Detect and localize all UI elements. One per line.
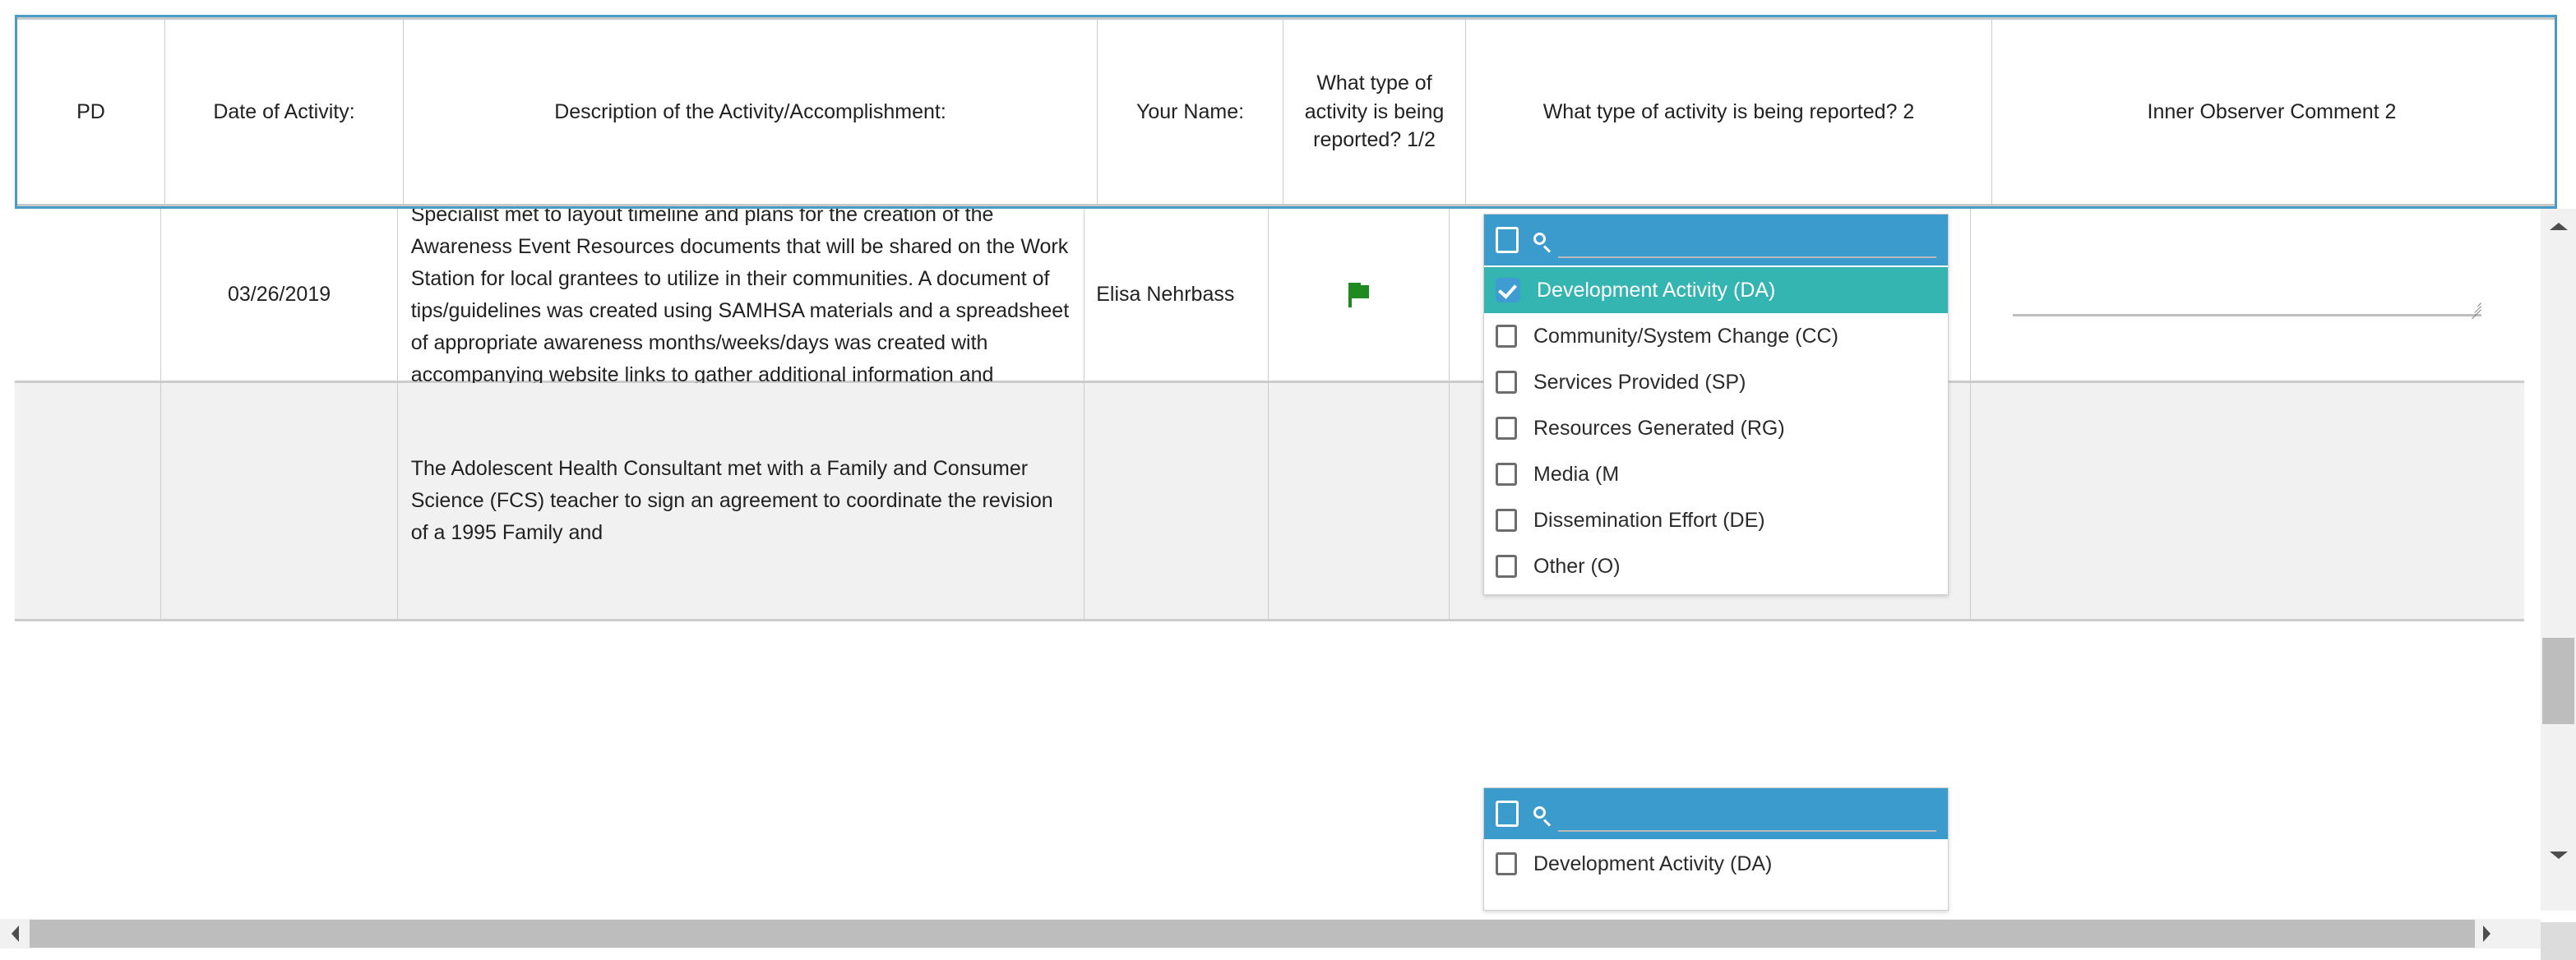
cell-your-name[interactable] — [1085, 383, 1270, 619]
scrollbar-corner — [2541, 922, 2576, 960]
dropdown-option-label: Services Provided (SP) — [1533, 370, 1746, 394]
checkbox-icon[interactable] — [1496, 852, 1517, 875]
checkbox-icon[interactable] — [1496, 417, 1517, 440]
dropdown-search-bar[interactable] — [1484, 788, 1948, 839]
column-header-activity-type-2[interactable]: What type of activity is being reported?… — [1466, 17, 1992, 206]
cell-pd[interactable] — [15, 209, 162, 381]
horizontal-scrollbar-thumb[interactable] — [30, 920, 2475, 948]
dropdown-option-label: Community/System Change (CC) — [1533, 324, 1838, 348]
scroll-up-button[interactable] — [2541, 209, 2576, 244]
dropdown-option-label: Media (M — [1533, 462, 1620, 486]
vertical-scrollbar-thumb[interactable] — [2542, 638, 2574, 724]
dropdown-option[interactable]: Media (M — [1484, 451, 1948, 497]
select-all-checkbox[interactable] — [1496, 227, 1519, 253]
horizontal-scrollbar[interactable] — [0, 919, 2541, 948]
checkbox-icon[interactable] — [1496, 555, 1517, 578]
dropdown-option[interactable]: Services Provided (SP) — [1484, 359, 1948, 405]
resize-grip-icon[interactable] — [2467, 297, 2482, 319]
cell-activity-type-1[interactable] — [1269, 209, 1450, 381]
table-header-row: PD Date of Activity: Description of the … — [15, 15, 2557, 209]
cell-description[interactable]: The Child and Adolescent Health Consulta… — [398, 209, 1085, 418]
dropdown-option[interactable]: Community/System Change (CC) — [1484, 313, 1948, 359]
dropdown-option-label: Development Activity (DA) — [1533, 852, 1773, 875]
grid-frame: PD Date of Activity: Description of the … — [0, 0, 2576, 960]
spreadsheet-grid-app: PD Date of Activity: Description of the … — [0, 0, 2576, 960]
column-header-label: What type of activity is being reported?… — [1304, 72, 1445, 152]
column-header-label: Date of Activity: — [213, 99, 355, 123]
checkbox-icon[interactable] — [1496, 371, 1517, 394]
search-icon — [1532, 232, 1555, 255]
dropdown-option[interactable]: Development Activity (DA) — [1484, 841, 1948, 887]
cell-value: 03/26/2019 — [228, 283, 331, 306]
cell-inner-observer-comment-2[interactable] — [1971, 209, 2524, 381]
cell-activity-type-1[interactable] — [1269, 383, 1450, 619]
column-header-your-name[interactable]: Your Name: — [1098, 17, 1283, 206]
cell-description[interactable]: The Adolescent Health Consultant met wit… — [398, 383, 1085, 619]
table-body: 03/26/2019 The Child and Adolescent Heal… — [15, 209, 2524, 911]
triangle-up-icon — [2549, 223, 2568, 230]
dropdown-option-list: Development Activity (DA) Community/Syst… — [1484, 265, 1948, 594]
flag-icon — [1348, 282, 1370, 307]
column-header-label: Your Name: — [1135, 99, 1245, 123]
column-header-description[interactable]: Description of the Activity/Accomplishme… — [404, 17, 1098, 206]
search-field-wrapper[interactable] — [1532, 222, 1936, 258]
comment-textarea[interactable] — [2013, 274, 2482, 319]
activity-type-multiselect-dropdown-row-1[interactable]: Development Activity (DA) Community/Syst… — [1483, 214, 1949, 595]
column-header-inner-observer-comment-2[interactable]: Inner Observer Comment 2 — [1992, 17, 2551, 206]
table-row[interactable]: 03/26/2019 The Child and Adolescent Heal… — [15, 209, 2524, 418]
triangle-left-icon — [11, 925, 19, 942]
cell-date[interactable] — [161, 383, 398, 619]
column-header-label: PD — [76, 99, 105, 123]
column-header-label: Inner Observer Comment 2 — [2147, 99, 2397, 123]
select-all-checkbox[interactable] — [1496, 801, 1519, 827]
column-header-date[interactable]: Date of Activity: — [165, 17, 404, 206]
dropdown-option[interactable]: Dissemination Effort (DE) — [1484, 497, 1948, 543]
cell-your-name[interactable]: Elisa Nehrbass — [1085, 209, 1270, 381]
cell-value: Elisa Nehrbass — [1096, 283, 1235, 306]
dropdown-search-input[interactable] — [1558, 228, 1936, 258]
vertical-scrollbar[interactable] — [2541, 209, 2576, 911]
dropdown-option[interactable]: Development Activity (DA) — [1484, 267, 1948, 313]
activity-type-multiselect-dropdown-row-2[interactable]: Development Activity (DA) — [1483, 787, 1949, 911]
checkbox-icon[interactable] — [1496, 509, 1517, 532]
search-icon — [1532, 805, 1555, 828]
scroll-down-button[interactable] — [2541, 838, 2576, 873]
scroll-right-button[interactable] — [2472, 919, 2501, 948]
cell-date[interactable]: 03/26/2019 — [161, 209, 398, 381]
dropdown-option[interactable]: Other (O) — [1484, 543, 1948, 589]
dropdown-option-label: Development Activity (DA) — [1537, 278, 1776, 302]
cell-value: The Adolescent Health Consultant met wit… — [410, 457, 1053, 544]
triangle-down-icon — [2549, 852, 2568, 859]
dropdown-option-label: Other (O) — [1533, 554, 1621, 578]
checkbox-icon[interactable] — [1496, 325, 1517, 348]
cell-inner-observer-comment-2[interactable] — [1971, 383, 2524, 619]
dropdown-option-label: Dissemination Effort (DE) — [1533, 508, 1765, 532]
dropdown-option-label: Resources Generated (RG) — [1533, 416, 1785, 440]
table-row[interactable]: The Adolescent Health Consultant met wit… — [15, 383, 2524, 621]
dropdown-search-bar[interactable] — [1484, 215, 1948, 265]
scroll-left-button[interactable] — [0, 919, 30, 948]
checkbox-checked-icon[interactable] — [1496, 278, 1520, 302]
dropdown-search-input[interactable] — [1558, 802, 1936, 832]
flag-cloth-lower — [1359, 284, 1369, 298]
dropdown-option[interactable]: Resources Generated (RG) — [1484, 405, 1948, 451]
checkbox-icon[interactable] — [1496, 463, 1517, 486]
dropdown-option-list: Development Activity (DA) — [1484, 839, 1948, 892]
column-header-activity-type-1[interactable]: What type of activity is being reported?… — [1283, 17, 1466, 206]
column-header-pd[interactable]: PD — [17, 17, 165, 206]
cell-pd[interactable] — [15, 383, 162, 619]
column-header-label: What type of activity is being reported?… — [1542, 99, 1915, 123]
column-header-label: Description of the Activity/Accomplishme… — [554, 99, 946, 123]
triangle-right-icon — [2482, 925, 2490, 942]
search-field-wrapper[interactable] — [1532, 796, 1936, 832]
